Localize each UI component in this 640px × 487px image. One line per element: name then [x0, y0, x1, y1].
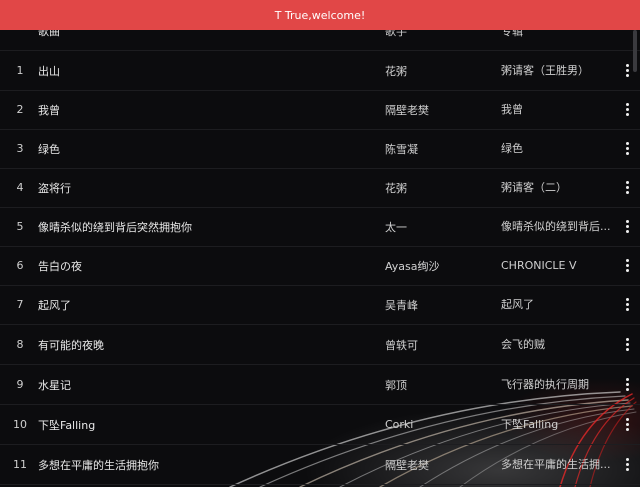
song-index: 7 — [16, 298, 24, 311]
welcome-toast-text: T True,welcome! — [274, 8, 366, 22]
song-row[interactable]: 3 绿色 陈雪凝 绿色 — [0, 129, 640, 169]
song-album[interactable]: 起风了 — [501, 285, 613, 324]
song-row[interactable]: 9 水星记 郭顶 飞行器的执行周期 — [0, 365, 640, 405]
more-options-button[interactable] — [620, 168, 634, 207]
song-index: 8 — [16, 338, 24, 351]
song-album[interactable]: 飞行器的执行周期 — [501, 365, 613, 404]
more-options-button[interactable] — [620, 90, 634, 129]
song-album[interactable]: 绿色 — [501, 129, 613, 168]
song-row[interactable]: 1 出山 花粥 粥请客（王胜男） — [0, 51, 640, 91]
more-vertical-icon — [625, 142, 629, 155]
song-artist[interactable]: 曾轶可 — [385, 325, 490, 364]
song-title[interactable]: 起风了 — [38, 285, 368, 324]
song-index: 4 — [16, 181, 24, 194]
song-index: 11 — [13, 458, 27, 471]
more-vertical-icon — [625, 220, 629, 233]
song-album[interactable]: 下坠Falling — [501, 405, 613, 444]
song-index: 6 — [16, 259, 24, 272]
song-album[interactable]: CHRONICLE V — [501, 246, 613, 285]
song-index: 3 — [16, 142, 24, 155]
song-album[interactable]: 我曾 — [501, 90, 613, 129]
song-title[interactable]: 绿色 — [38, 129, 368, 168]
more-vertical-icon — [625, 418, 629, 431]
more-vertical-icon — [625, 338, 629, 351]
song-row[interactable]: 7 起风了 吴青峰 起风了 — [0, 285, 640, 325]
song-row[interactable]: 5 像晴杀似的绕到背后突然拥抱你 太一 像晴杀似的绕到背后... — [0, 207, 640, 247]
song-album[interactable]: 像晴杀似的绕到背后... — [501, 207, 613, 246]
song-row[interactable]: 8 有可能的夜晚 曾轶可 会飞的贼 — [0, 325, 640, 365]
more-vertical-icon — [625, 103, 629, 116]
more-options-button[interactable] — [620, 129, 634, 168]
song-row[interactable]: 11 多想在平庸的生活拥抱你 隔壁老樊 多想在平庸的生活拥... — [0, 445, 640, 485]
song-index: 5 — [16, 220, 24, 233]
more-options-button[interactable] — [620, 246, 634, 285]
more-options-button[interactable] — [620, 445, 634, 484]
song-album[interactable]: 多想在平庸的生活拥... — [501, 445, 613, 484]
song-title[interactable]: 像晴杀似的绕到背后突然拥抱你 — [38, 207, 368, 246]
song-row[interactable]: 10 下坠Falling Corki 下坠Falling — [0, 405, 640, 445]
more-options-button[interactable] — [620, 405, 634, 444]
song-artist[interactable]: 隔壁老樊 — [385, 90, 490, 129]
scrollbar-thumb[interactable] — [633, 30, 637, 72]
song-row[interactable]: 6 告白の夜 Ayasa绚沙 CHRONICLE V — [0, 246, 640, 286]
more-vertical-icon — [625, 181, 629, 194]
song-row[interactable]: 4 盗将行 花粥 粥请客（二） — [0, 168, 640, 208]
song-title[interactable]: 盗将行 — [38, 168, 368, 207]
more-vertical-icon — [625, 378, 629, 391]
song-title[interactable]: 多想在平庸的生活拥抱你 — [38, 445, 368, 484]
song-index: 10 — [13, 418, 27, 431]
song-artist[interactable]: 郭顶 — [385, 365, 490, 404]
song-artist[interactable]: Ayasa绚沙 — [385, 246, 490, 285]
song-artist[interactable]: 吴青峰 — [385, 285, 490, 324]
song-title[interactable]: 下坠Falling — [38, 405, 368, 444]
song-artist[interactable]: 太一 — [385, 207, 490, 246]
song-album[interactable]: 粥请客（王胜男） — [501, 51, 613, 90]
song-artist[interactable]: 花粥 — [385, 51, 490, 90]
welcome-toast: T True,welcome! — [0, 0, 640, 30]
more-options-button[interactable] — [620, 285, 634, 324]
song-index: 9 — [16, 378, 24, 391]
song-artist[interactable]: 隔壁老樊 — [385, 445, 490, 484]
more-options-button[interactable] — [620, 207, 634, 246]
song-title[interactable]: 水星记 — [38, 365, 368, 404]
song-title[interactable]: 我曾 — [38, 90, 368, 129]
song-row[interactable]: 2 我曾 隔壁老樊 我曾 — [0, 90, 640, 130]
more-vertical-icon — [625, 298, 629, 311]
more-vertical-icon — [625, 458, 629, 471]
song-title[interactable]: 有可能的夜晚 — [38, 325, 368, 364]
more-options-button[interactable] — [620, 51, 634, 90]
more-options-button[interactable] — [620, 365, 634, 404]
song-artist[interactable]: 花粥 — [385, 168, 490, 207]
song-title[interactable]: 出山 — [38, 51, 368, 90]
song-index: 1 — [16, 64, 24, 77]
more-vertical-icon — [625, 259, 629, 272]
more-vertical-icon — [625, 64, 629, 77]
song-artist[interactable]: Corki — [385, 405, 490, 444]
song-title[interactable]: 告白の夜 — [38, 246, 368, 285]
song-album[interactable]: 粥请客（二） — [501, 168, 613, 207]
more-options-button[interactable] — [620, 325, 634, 364]
song-index: 2 — [16, 103, 24, 116]
song-album[interactable]: 会飞的贼 — [501, 325, 613, 364]
song-artist[interactable]: 陈雪凝 — [385, 129, 490, 168]
